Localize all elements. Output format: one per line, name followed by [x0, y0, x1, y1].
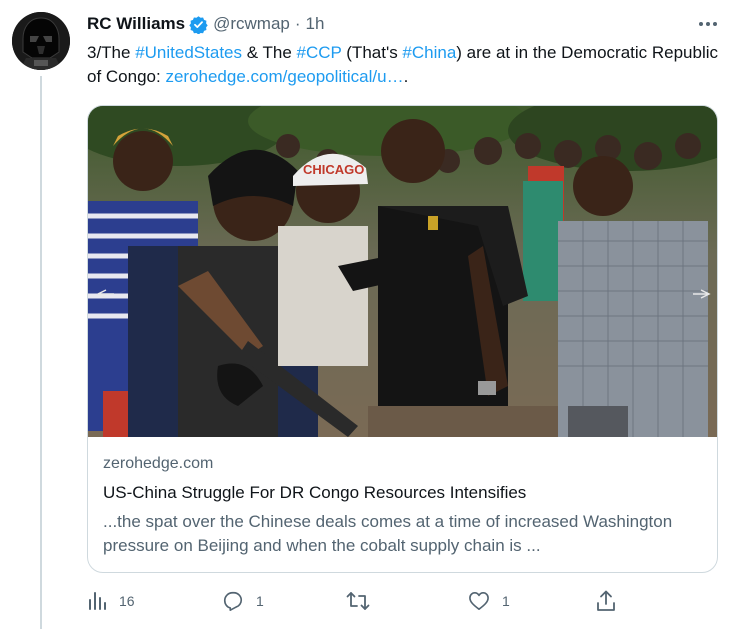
- card-title: US-China Struggle For DR Congo Resources…: [103, 483, 527, 502]
- like-icon: [468, 591, 490, 611]
- tweet-link[interactable]: zerohedge.com/geopolitical/u…: [165, 67, 403, 86]
- tweet-timestamp[interactable]: 1h: [306, 14, 325, 34]
- cap-text: CHICAGO: [303, 162, 364, 177]
- share-icon: [596, 590, 616, 612]
- action-bar: 16 1 1: [87, 588, 627, 614]
- tweet-header: RC Williams @rcwmap · 1h: [87, 13, 324, 35]
- reply-button[interactable]: 1: [222, 588, 264, 614]
- like-button[interactable]: 1: [468, 588, 510, 614]
- likes-count: 1: [502, 593, 510, 609]
- tweet-text-mid1: & The: [242, 43, 297, 62]
- tweet-text-prefix: 3/The: [87, 43, 136, 62]
- card-image[interactable]: CHICAGO: [88, 106, 717, 437]
- hashtag-ccp[interactable]: #CCP: [297, 43, 342, 62]
- more-icon[interactable]: [696, 12, 720, 36]
- thread-line: [40, 76, 42, 629]
- tweet-text: 3/The #UnitedStates & The #CCP (That's #…: [87, 41, 727, 89]
- retweet-icon: [346, 590, 370, 612]
- header-separator: ·: [294, 14, 301, 33]
- verified-badge-icon: [189, 15, 208, 34]
- author-handle[interactable]: @rcwmap: [213, 14, 290, 34]
- share-button[interactable]: [596, 588, 616, 614]
- link-card[interactable]: CHICAGO zerohedge.com US-China Struggle …: [87, 105, 718, 573]
- tweet-text-suffix: .: [403, 67, 409, 86]
- tweet-text-mid2: (That's: [341, 43, 403, 62]
- hashtag-china[interactable]: #China: [402, 43, 456, 62]
- retweet-button[interactable]: [346, 588, 382, 614]
- author-name[interactable]: RC Williams: [87, 14, 185, 34]
- analytics-icon: [87, 591, 107, 611]
- reply-icon: [222, 590, 244, 612]
- views-count: 16: [119, 593, 135, 609]
- hashtag-unitedstates[interactable]: #UnitedStates: [135, 43, 242, 62]
- analytics-button[interactable]: 16: [87, 588, 135, 614]
- card-description: ...the spat over the Chinese deals comes…: [103, 512, 673, 555]
- avatar[interactable]: [12, 12, 70, 70]
- replies-count: 1: [256, 593, 264, 609]
- card-domain: zerohedge.com: [103, 455, 214, 472]
